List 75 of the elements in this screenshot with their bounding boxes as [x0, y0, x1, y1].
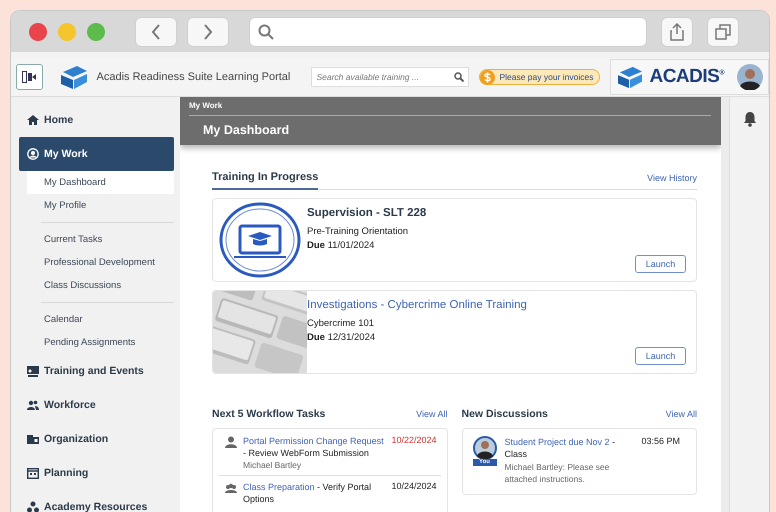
- nav-subitem[interactable]: My Profile: [27, 194, 174, 217]
- app-title: Acadis Readiness Suite Learning Portal: [96, 71, 292, 83]
- section-heading: Next 5 Workflow Tasks: [212, 408, 326, 420]
- tabs-icon: [715, 24, 731, 40]
- home-icon: [27, 114, 39, 126]
- course-title: Supervision - SLT 228: [307, 207, 428, 219]
- building-icon: [27, 433, 39, 445]
- sidebar-toggle-button[interactable]: [16, 64, 43, 90]
- cube-logo-icon: [616, 65, 644, 89]
- course-link[interactable]: Investigations - Cybercrime Online Training: [307, 299, 696, 311]
- launch-button[interactable]: Launch: [635, 347, 686, 365]
- task-date: 10/22/2024: [390, 435, 436, 447]
- user-avatar[interactable]: [737, 64, 763, 90]
- task-link[interactable]: Portal Permission Change Request: [243, 436, 384, 446]
- course-subtitle: Pre-Training Orientation: [307, 226, 410, 237]
- section-heading: Training In Progress: [212, 168, 318, 190]
- bell-icon[interactable]: [742, 111, 756, 127]
- breadcrumb[interactable]: My Work: [189, 97, 711, 116]
- nav-subitem[interactable]: Class Discussions: [27, 274, 174, 297]
- chevron-left-icon: [151, 24, 161, 40]
- discussion-title: Student Project due Nov 2 - Class: [504, 436, 616, 460]
- nav-subitem[interactable]: Calendar: [27, 308, 174, 331]
- forward-button[interactable]: [187, 16, 229, 46]
- task-assignee: Michael Bartley: [243, 459, 302, 471]
- search-icon: [454, 72, 464, 82]
- calendar-icon: [27, 467, 39, 479]
- due-date: Due 11/01/2024: [307, 240, 376, 251]
- presentation-icon: [27, 365, 39, 377]
- discussion-time: 03:56 PM: [641, 436, 680, 448]
- nav-subitem[interactable]: Pending Assignments: [27, 331, 174, 354]
- share-icon: [670, 22, 684, 40]
- view-history-link[interactable]: View History: [647, 173, 697, 183]
- course-subtitle: Cybercrime 101: [307, 318, 376, 329]
- task-description: Class Preparation - Verify Portal Options: [243, 481, 372, 505]
- view-all-link[interactable]: View All: [666, 409, 697, 419]
- nav-item[interactable]: Academy Resources: [19, 490, 174, 512]
- close-window-icon[interactable]: [29, 22, 47, 40]
- notice-text: Please pay your invoices: [499, 72, 594, 82]
- launch-button[interactable]: Launch: [635, 255, 686, 273]
- task-description: Portal Permission Change Request - Review WebForm Submission: [243, 435, 382, 459]
- page-title: My Dashboard: [203, 123, 290, 137]
- task-date: 10/24/2024: [390, 481, 436, 493]
- dollar-coin-icon: [480, 70, 496, 84]
- share-button[interactable]: [661, 16, 693, 46]
- view-all-link[interactable]: View All: [416, 409, 448, 419]
- laptop-graduation-icon: [219, 202, 301, 278]
- logo-text: ACADIS$^{®}$: [649, 66, 724, 88]
- due-date: Due 12/31/2024: [307, 332, 376, 343]
- nav-item[interactable]: Training and Events: [19, 354, 174, 388]
- section-heading: New Discussions: [462, 408, 548, 420]
- user-avatar: [472, 436, 496, 460]
- nav-subitem[interactable]: My Dashboard: [27, 171, 174, 194]
- user-circle-icon: [27, 148, 39, 160]
- nav-subitem[interactable]: Current Tasks: [27, 228, 174, 251]
- person-icon: [225, 436, 237, 448]
- task-link[interactable]: Class Preparation: [243, 482, 315, 492]
- search-icon: [258, 24, 274, 40]
- group-icon: [225, 482, 237, 494]
- invoice-notice[interactable]: Please pay your invoices: [479, 69, 600, 85]
- search-field[interactable]: Search available training ...: [311, 67, 470, 87]
- discussion-message: Michael Bartley: Please see attached instructions.: [504, 461, 610, 485]
- discussion-link[interactable]: Student Project due Nov 2: [504, 437, 610, 447]
- tabs-button[interactable]: [707, 16, 739, 46]
- nav-item[interactable]: My Work: [19, 137, 174, 171]
- sidebar-toggle-icon: [22, 71, 36, 83]
- network-icon: [27, 501, 39, 512]
- nav-item[interactable]: Organization: [19, 422, 174, 456]
- nav-item[interactable]: Home: [19, 103, 174, 137]
- people-icon: [27, 399, 39, 411]
- back-button[interactable]: [135, 16, 177, 46]
- nav-item[interactable]: Planning: [19, 456, 174, 490]
- cube-logo-icon: [58, 64, 89, 90]
- chevron-right-icon: [203, 24, 213, 40]
- nav-item[interactable]: Workforce: [19, 388, 174, 422]
- nav-subitem[interactable]: Professional Development: [27, 251, 174, 274]
